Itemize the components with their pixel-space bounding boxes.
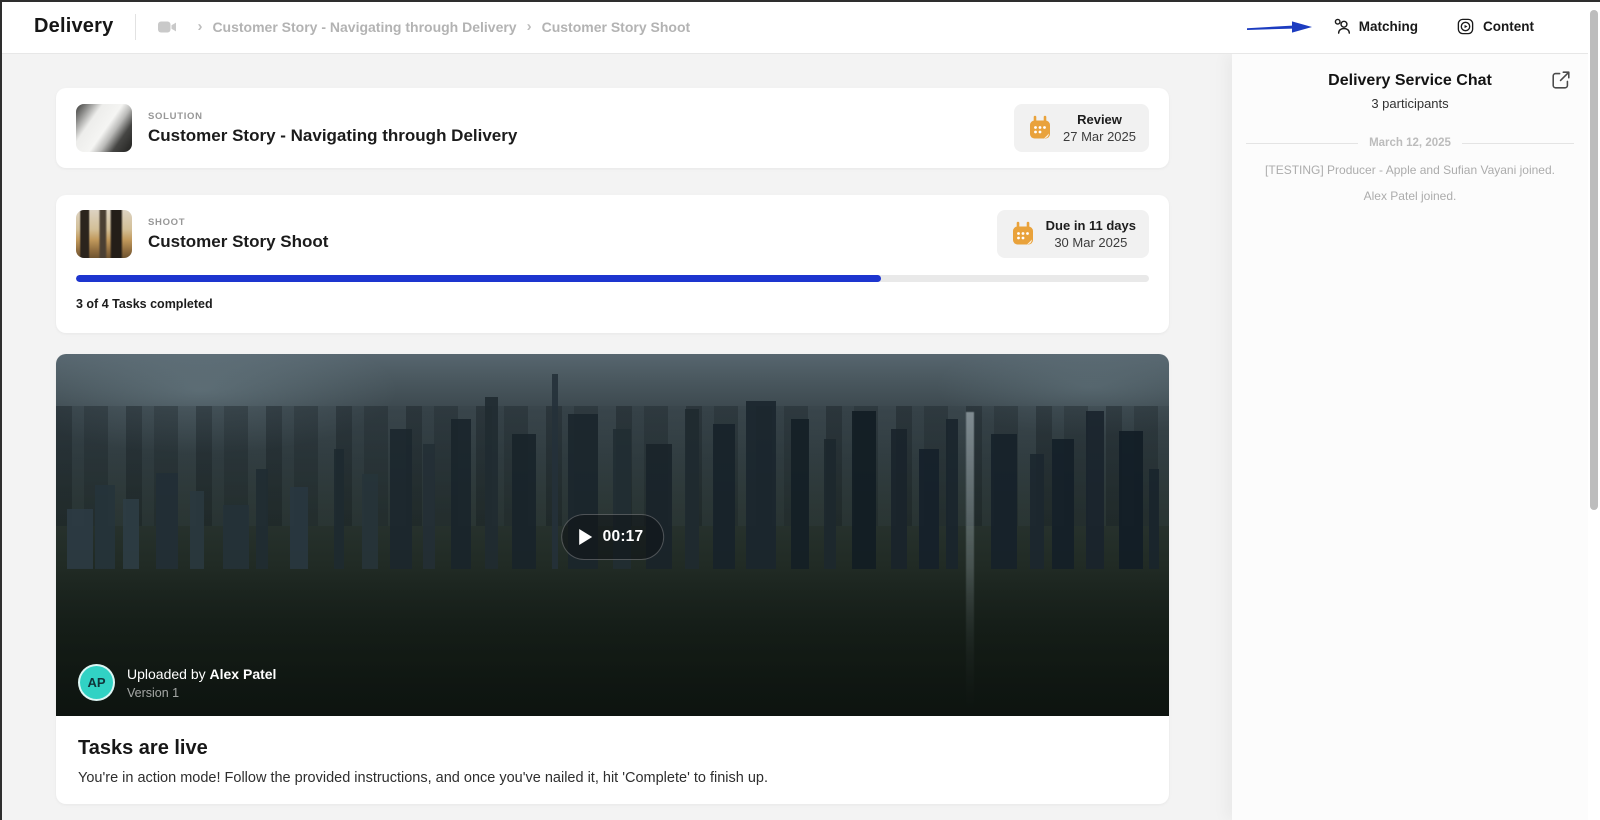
tasks-heading: Tasks are live	[78, 737, 208, 759]
task-progress-fill	[76, 275, 881, 282]
video-duration: 00:17	[602, 528, 644, 545]
calendar-icon	[1027, 115, 1053, 141]
task-progress-bar	[76, 275, 1149, 282]
scrollbar-thumb[interactable]	[1590, 10, 1598, 510]
chat-date: March 12, 2025	[1369, 137, 1451, 149]
uploaded-by-line: Uploaded by Alex Patel	[127, 665, 277, 682]
chat-system-message: Alex Patel joined.	[1363, 189, 1457, 203]
avatar: AP	[78, 664, 115, 701]
due-date-badge: Due in 11 days 30 Mar 2025	[996, 210, 1149, 258]
annotation-arrow-icon	[1246, 18, 1314, 36]
version-label: Version 1	[127, 685, 180, 700]
header: Delivery › Customer Story - Navigating t…	[0, 0, 1600, 54]
uploader-info: AP Uploaded by Alex Patel Version 1	[78, 664, 276, 701]
shoot-card[interactable]: SHOOT Customer Story Shoot Due in 11 day…	[56, 195, 1169, 333]
tasks-description: You're in action mode! Follow the provid…	[78, 770, 769, 786]
users-icon	[1332, 17, 1351, 36]
open-external-icon[interactable]	[1550, 69, 1572, 91]
scrollbar-track[interactable]	[1588, 2, 1600, 820]
video-camera-icon	[158, 20, 177, 34]
chat-title: Delivery Service Chat	[1328, 72, 1492, 89]
solution-tag: SOLUTION	[148, 110, 203, 122]
solution-title: Customer Story - Navigating through Deli…	[148, 125, 518, 145]
shoot-thumbnail	[76, 210, 132, 258]
chat-sidebar: Delivery Service Chat 3 participants Mar…	[1232, 54, 1588, 820]
play-icon	[578, 529, 592, 545]
play-square-icon	[1456, 17, 1475, 36]
chevron-right-icon: ›	[526, 18, 532, 35]
header-divider	[135, 13, 137, 40]
chat-participants: 3 participants	[1371, 96, 1449, 111]
due-badge-title: Due in 11 days	[1045, 218, 1136, 233]
matching-label: Matching	[1358, 19, 1418, 34]
chat-date-divider: March 12, 2025	[1232, 137, 1588, 149]
task-progress-label: 3 of 4 Tasks completed	[76, 297, 213, 311]
uploader-name: Alex Patel	[209, 665, 277, 682]
chat-system-message: [TESTING] Producer - Apple and Sufian Va…	[1265, 163, 1555, 177]
review-date-badge: Review 27 Mar 2025	[1014, 104, 1149, 152]
content-button[interactable]: Content	[1456, 17, 1534, 36]
content-label: Content	[1483, 19, 1534, 34]
tasks-section: Tasks are live You're in action mode! Fo…	[56, 716, 1169, 786]
breadcrumb-shoot[interactable]: Customer Story Shoot	[542, 19, 691, 35]
matching-button[interactable]: Matching	[1332, 17, 1418, 36]
chevron-right-icon: ›	[197, 18, 203, 35]
solution-card[interactable]: SOLUTION Customer Story - Navigating thr…	[56, 88, 1169, 168]
play-button[interactable]: 00:17	[560, 514, 665, 560]
shoot-title: Customer Story Shoot	[148, 231, 329, 251]
media-card: 00:17 AP Uploaded by Alex Patel Version …	[56, 354, 1169, 804]
calendar-icon	[1010, 221, 1036, 247]
review-badge-title: Review	[1077, 112, 1122, 127]
shoot-tag: SHOOT	[148, 216, 186, 228]
breadcrumb-solution[interactable]: Customer Story - Navigating through Deli…	[212, 19, 516, 35]
due-badge-date: 30 Mar 2025	[1054, 235, 1128, 250]
review-badge-date: 27 Mar 2025	[1063, 129, 1136, 144]
window-border-left	[0, 0, 2, 820]
page-title: Delivery	[34, 15, 114, 37]
solution-thumbnail	[76, 104, 132, 152]
video-player[interactable]: 00:17 AP Uploaded by Alex Patel Version …	[56, 354, 1169, 716]
window-border-top	[0, 0, 1600, 2]
